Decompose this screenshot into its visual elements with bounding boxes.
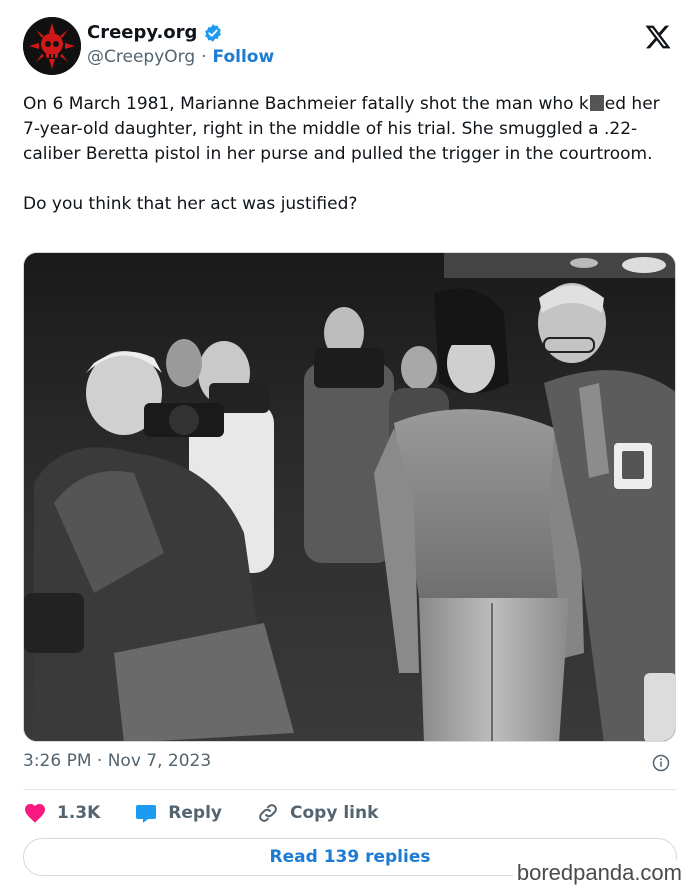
tweet-question: Do you think that her act was justified? (23, 194, 358, 214)
tweet-header: Creepy.org @CreepyOrg · Follow (23, 17, 676, 77)
handle-separator: · (201, 47, 207, 67)
watermark: boredpanda.com (512, 860, 686, 886)
reply-bubble-icon (136, 805, 157, 823)
follow-button[interactable]: Follow (213, 47, 275, 67)
redaction-block (589, 95, 604, 111)
handle-row: @CreepyOrg · Follow (87, 47, 274, 67)
read-replies-label: Read 139 replies (269, 847, 431, 867)
account-handle[interactable]: @CreepyOrg (87, 47, 195, 67)
account-name-row: Creepy.org (87, 22, 223, 43)
like-count: 1.3K (57, 803, 101, 823)
heart-icon (25, 804, 45, 823)
tweet-body-start: On 6 March 1981, Marianne Bachmeier fata… (23, 94, 589, 114)
tweet-time: 3:26 PM (23, 751, 92, 771)
x-logo-icon[interactable] (644, 23, 672, 51)
skull-logo-icon (23, 17, 81, 75)
courtroom-photo-image (24, 253, 675, 741)
tweet-photo[interactable] (23, 252, 676, 742)
copy-link-label: Copy link (290, 803, 379, 823)
reply-button[interactable]: Reply (134, 801, 222, 825)
info-icon[interactable] (652, 754, 670, 772)
tweet-timestamp[interactable]: 3:26 PM · Nov 7, 2023 (23, 751, 211, 771)
copy-link-button[interactable]: Copy link (256, 801, 378, 825)
like-button[interactable]: 1.3K (23, 801, 100, 825)
avatar[interactable] (23, 17, 81, 75)
tweet-date: Nov 7, 2023 (107, 751, 212, 771)
reply-label: Reply (168, 803, 222, 823)
timestamp-separator: · (96, 751, 103, 771)
account-name[interactable]: Creepy.org (87, 22, 197, 43)
tweet-text: On 6 March 1981, Marianne Bachmeier fata… (23, 92, 673, 217)
divider (23, 789, 677, 790)
action-bar: 1.3K Reply Copy link (23, 800, 412, 826)
verified-badge-icon (205, 23, 222, 42)
tweet-body: On 6 March 1981, Marianne Bachmeier fata… (23, 92, 673, 167)
link-icon (259, 804, 277, 822)
